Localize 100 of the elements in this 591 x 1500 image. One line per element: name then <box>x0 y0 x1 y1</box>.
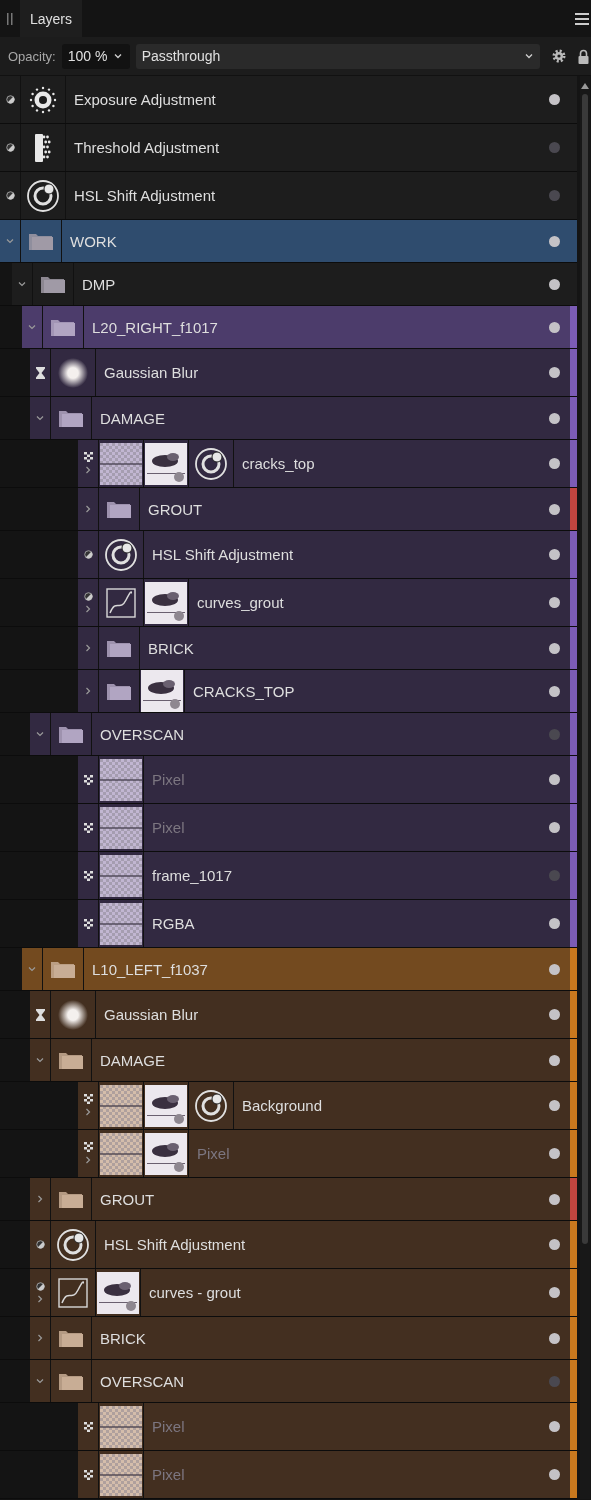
visibility-toggle[interactable] <box>549 685 560 697</box>
visibility-toggle[interactable] <box>549 321 560 333</box>
layer-row[interactable]: L20_RIGHT_f1017 <box>22 306 577 348</box>
chevron-icon[interactable] <box>83 603 93 614</box>
visibility-toggle[interactable] <box>549 1287 560 1298</box>
visibility-toggle[interactable] <box>549 503 560 515</box>
visibility-toggle[interactable] <box>549 918 560 929</box>
chevron-icon[interactable] <box>35 729 45 739</box>
opacity-dropdown[interactable]: 100 % <box>61 43 130 69</box>
checker-icon[interactable] <box>83 1094 93 1104</box>
chevron-icon[interactable] <box>83 643 93 653</box>
layer-name: WORK <box>69 232 117 250</box>
chevron-icon[interactable] <box>17 279 27 289</box>
chevron-icon[interactable] <box>35 413 45 423</box>
visibility-toggle[interactable] <box>549 278 560 290</box>
layer-row[interactable]: CRACKS_TOP <box>78 670 577 712</box>
scroll-up-icon[interactable] <box>581 83 589 89</box>
visibility-toggle[interactable] <box>549 1054 560 1066</box>
grip-icon[interactable] <box>6 12 14 25</box>
checker-icon[interactable] <box>83 452 93 462</box>
visibility-toggle[interactable] <box>549 1100 560 1111</box>
chevron-icon[interactable] <box>35 1194 45 1204</box>
layer-row[interactable]: DAMAGE <box>30 397 577 439</box>
layer-row[interactable]: Threshold Adjustment <box>0 124 577 171</box>
layer-row[interactable]: Exposure Adjustment <box>0 76 577 123</box>
visibility-toggle[interactable] <box>549 1332 560 1344</box>
layer-row[interactable]: DMP <box>12 263 577 305</box>
settings-icon[interactable] <box>552 49 566 63</box>
layer-row[interactable]: RGBA <box>78 900 577 947</box>
layer-row[interactable]: HSL Shift Adjustment <box>0 172 577 219</box>
visibility-toggle[interactable] <box>549 412 560 424</box>
visibility-toggle[interactable] <box>549 1239 560 1250</box>
blend-icon[interactable] <box>35 1240 45 1249</box>
visibility-toggle[interactable] <box>549 235 560 247</box>
chevron-icon[interactable] <box>83 465 93 475</box>
scrollbar[interactable] <box>580 76 590 1499</box>
chevron-icon[interactable] <box>83 504 93 514</box>
layer-row[interactable]: curves - grout <box>30 1269 577 1316</box>
layer-row[interactable]: DAMAGE <box>30 1039 577 1081</box>
layer-row[interactable]: GROUT <box>78 488 577 530</box>
threshold-icon <box>33 133 53 162</box>
layer-row[interactable]: OVERSCAN <box>30 1360 577 1402</box>
blend-icon[interactable] <box>83 591 93 601</box>
layer-name: L10_LEFT_f1037 <box>91 960 208 978</box>
blend-icon[interactable] <box>83 550 93 559</box>
layer-name: Gaussian Blur <box>103 364 199 381</box>
layer-row[interactable]: curves_grout <box>78 579 577 626</box>
layer-row[interactable]: WORK <box>0 220 577 262</box>
color-wheel-icon <box>194 446 228 481</box>
chevron-icon[interactable] <box>35 1376 45 1386</box>
visibility-toggle[interactable] <box>549 642 560 654</box>
layer-row[interactable]: Gaussian Blur <box>30 349 577 396</box>
chevron-icon[interactable] <box>35 1293 45 1304</box>
layer-thumbnail <box>100 1453 142 1496</box>
visibility-toggle[interactable] <box>549 597 560 608</box>
layer-row[interactable]: HSL Shift Adjustment <box>30 1221 577 1268</box>
layer-row[interactable]: GROUT <box>30 1178 577 1220</box>
visibility-toggle[interactable] <box>549 458 560 469</box>
layer-row[interactable]: BRICK <box>30 1317 577 1359</box>
visibility-toggle[interactable] <box>549 190 560 201</box>
chevron-icon[interactable] <box>35 1333 45 1343</box>
visibility-toggle[interactable] <box>549 870 560 881</box>
scroll-thumb[interactable] <box>582 94 588 1244</box>
layer-row[interactable]: Background <box>78 1082 577 1129</box>
menu-icon[interactable] <box>575 12 589 25</box>
blend-mode-dropdown[interactable]: Passthrough <box>135 43 540 69</box>
chevron-icon[interactable] <box>83 1107 93 1117</box>
blend-icon[interactable] <box>5 191 15 200</box>
layer-row[interactable]: HSL Shift Adjustment <box>78 531 577 578</box>
layer-row[interactable]: frame_1017 <box>78 852 577 899</box>
hourglass-icon[interactable] <box>35 366 45 379</box>
layer-row[interactable]: Gaussian Blur <box>30 991 577 1038</box>
layer-name: cracks_top <box>241 455 315 472</box>
layer-row[interactable]: BRICK <box>78 627 577 669</box>
visibility-toggle[interactable] <box>549 142 560 153</box>
checker-icon[interactable] <box>83 870 93 881</box>
visibility-toggle[interactable] <box>549 1193 560 1205</box>
visibility-toggle[interactable] <box>549 367 560 378</box>
visibility-toggle[interactable] <box>549 94 560 105</box>
visibility-toggle[interactable] <box>549 1009 560 1020</box>
folder-icon <box>41 275 65 293</box>
blend-icon[interactable] <box>35 1281 45 1291</box>
chevron-icon[interactable] <box>83 686 93 696</box>
chevron-icon[interactable] <box>35 1055 45 1065</box>
visibility-toggle[interactable] <box>549 728 560 740</box>
layer-row[interactable]: L10_LEFT_f1037 <box>22 948 577 990</box>
chevron-icon[interactable] <box>27 322 37 332</box>
visibility-toggle[interactable] <box>549 963 560 975</box>
blend-icon[interactable] <box>5 143 15 152</box>
layer-row[interactable]: OVERSCAN <box>30 713 577 755</box>
hourglass-icon[interactable] <box>35 1008 45 1021</box>
checker-icon[interactable] <box>83 918 93 929</box>
blend-icon[interactable] <box>5 95 15 104</box>
layer-row[interactable]: cracks_top <box>78 440 577 487</box>
panel-tab[interactable]: Layers <box>20 0 83 37</box>
chevron-icon[interactable] <box>5 236 15 246</box>
visibility-toggle[interactable] <box>549 1375 560 1387</box>
visibility-toggle[interactable] <box>549 549 560 560</box>
lock-icon[interactable] <box>578 48 589 64</box>
layer-thumbnail <box>100 442 142 485</box>
